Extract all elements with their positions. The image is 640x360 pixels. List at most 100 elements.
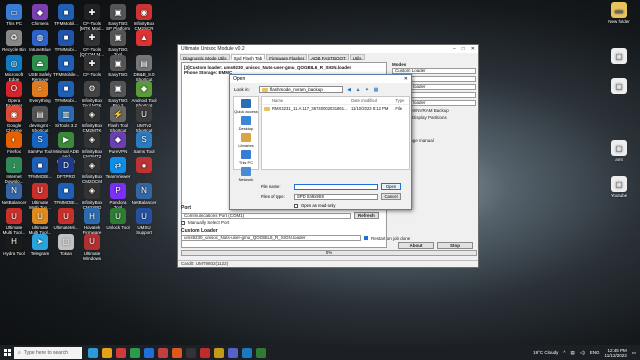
desktop-icon[interactable]: ✚ CF-Tools [QCOM M... <box>79 29 105 57</box>
chevron-up-icon[interactable]: ^ <box>563 350 565 355</box>
desktop-icon[interactable]: S SamFw Tool <box>27 131 53 154</box>
taskbar-app-icon[interactable] <box>172 347 182 358</box>
desktop-icon[interactable]: ⚡ Flash Tool Shortcut <box>105 106 131 133</box>
view-menu-icon[interactable]: ▦ <box>373 87 379 93</box>
custom-loader-path[interactable]: ums9230_unisoc_Nuts-user-gmu_QOGBIL6_R_S… <box>181 235 361 241</box>
desktop-icon[interactable]: ◉ Google Chrome <box>1 106 27 133</box>
open-button[interactable]: Open <box>381 183 401 190</box>
refresh-button[interactable]: Refresh <box>354 212 379 219</box>
clock[interactable]: 12:45 PM 11/12/2023 <box>605 348 627 358</box>
start-button[interactable] <box>0 345 14 360</box>
taskbar-app-icon[interactable] <box>214 347 224 358</box>
taskbar-app-icon[interactable] <box>256 347 266 358</box>
desktop-icon[interactable]: ➤ Telegram <box>27 233 53 256</box>
desktop-icon[interactable]: ✚ CF-Tools <box>79 55 105 77</box>
filename-input[interactable] <box>294 183 378 190</box>
back-icon[interactable]: ◀ <box>346 87 352 93</box>
lookin-select[interactable]: flashmode_nvram_backup <box>259 86 343 93</box>
tab-adb-fastboot[interactable]: ADB FASTBOOT <box>308 54 349 61</box>
desktop-icon[interactable]: ◈ InfinityBox CM2MTK <box>79 106 105 133</box>
desktop-icon[interactable]: ▥ SiTools 3.2 <box>53 106 79 128</box>
manual-port-checkbox[interactable] <box>181 220 185 225</box>
desktop-icon[interactable]: D DFTPRO <box>53 157 79 179</box>
desktop-icon[interactable]: ◐ Firefox <box>1 131 27 154</box>
up-folder-icon[interactable]: ▲ <box>355 87 361 93</box>
place-item[interactable]: Libraries <box>234 133 258 148</box>
desktop-icon[interactable]: U Ultimate Multi Tool... <box>1 208 27 235</box>
place-item[interactable]: This PC <box>234 150 258 165</box>
notification-icon[interactable]: ▭ <box>632 350 636 356</box>
taskbar-app-icon[interactable] <box>144 347 154 358</box>
cancel-button[interactable]: Cancel <box>381 193 401 200</box>
language-indicator[interactable]: ENG <box>590 350 600 355</box>
desktop-icon[interactable]: U UltimateMi... <box>53 208 79 230</box>
filetype-select[interactable]: SPD Sn9x9S9 <box>294 193 378 200</box>
taskbar-app-icon[interactable] <box>186 347 196 358</box>
column-name[interactable]: Name <box>264 98 351 103</box>
desktop-icon[interactable]: U Ultimate Multi Too... <box>27 182 53 210</box>
tab-diagnostic[interactable]: Diagnostic Mode Utils <box>180 54 230 61</box>
desktop-icon[interactable]: N NetBalancer <box>1 182 27 205</box>
tab-spd-flash[interactable]: Spd Flash Tab <box>230 54 266 61</box>
stop-button[interactable]: Stop <box>437 242 473 249</box>
desktop-icon[interactable]: ■ TFMMOBI... <box>27 157 53 179</box>
desktop-icon[interactable]: ▤ devmgmt - Shortcut <box>27 106 53 133</box>
desktop-icon[interactable]: ◆ Android Tool Shortcut <box>131 80 157 108</box>
desktop-icon[interactable]: ◎ Microsoft Edge <box>1 55 27 82</box>
desktop-icon[interactable]: S Sams Tool <box>131 131 157 154</box>
desktop-icon[interactable]: N NetBalancer <box>131 182 157 205</box>
desktop-icon[interactable]: ⇄ TeamViewer <box>105 157 131 179</box>
taskbar-app-icon[interactable] <box>116 347 126 358</box>
desktop-icon[interactable]: ♻ Recycle Bin <box>1 29 27 52</box>
desktop-icon[interactable]: ■ TFMMobi... <box>53 29 79 52</box>
desktop-icon[interactable]: ↓ Internet Downlo... <box>1 157 27 184</box>
desktop-icon[interactable]: U Unlock Tool <box>105 208 131 230</box>
taskbar-app-icon[interactable] <box>158 347 168 358</box>
place-item[interactable]: Quick access <box>234 99 258 114</box>
desktop-icon[interactable]: ▢ Tokan <box>53 233 79 256</box>
desktop-icon[interactable]: ■ TFMMobile... <box>53 55 79 77</box>
volume-icon[interactable]: ◁) <box>580 350 585 356</box>
desktop-icon[interactable]: ▢ <box>606 78 632 95</box>
desktop-icon[interactable]: ▣ EasyTBG SP Platform <box>105 4 131 31</box>
desktop-icon[interactable]: U Ultimate Multi Tool... <box>27 208 53 235</box>
place-item[interactable]: Desktop <box>234 116 258 131</box>
maximize-icon[interactable]: □ <box>462 46 465 52</box>
tab-firmware-flasher[interactable]: Firmware Flasher <box>266 54 308 61</box>
taskbar-app-icon[interactable] <box>242 347 252 358</box>
desktop-icon[interactable]: ◍ IntuneBlue <box>27 29 53 52</box>
display-partitions-option[interactable]: Display Partitions <box>406 115 476 120</box>
taskbar-app-icon[interactable] <box>228 347 238 358</box>
desktop-icon[interactable]: ◈ InfinityBox CM2MT2 <box>79 131 105 159</box>
desktop-icon[interactable]: ▭ This PC <box>1 4 27 26</box>
readonly-checkbox[interactable] <box>294 203 298 208</box>
desktop-icon[interactable]: U UMTv2 Shortcut <box>131 106 157 133</box>
desktop-icon[interactable]: ◈ InfinityBox CM2SPD <box>79 182 105 210</box>
column-type[interactable]: Type <box>395 98 407 103</box>
desktop-icon[interactable]: ● <box>131 157 157 174</box>
network-icon[interactable]: ▤ <box>571 350 575 356</box>
desktop-icon[interactable]: ▬ New folder <box>606 2 632 24</box>
desktop-icon[interactable]: ▤ DB&B_8.0 Shortcut <box>131 55 157 82</box>
desktop-icon[interactable]: ◈ InfinityBox CM2QCM <box>79 157 105 184</box>
taskbar-app-icon[interactable] <box>102 347 112 358</box>
desktop-icon[interactable]: ⌕ Everything <box>27 80 53 103</box>
close-icon[interactable]: ✕ <box>471 46 475 52</box>
desktop-icon[interactable]: ⚙ InfinityBox Tool MTK <box>79 80 105 108</box>
desktop-icon[interactable]: ▢ amt <box>606 140 632 162</box>
new-folder-icon[interactable]: ✦ <box>364 87 370 93</box>
close-icon[interactable]: ✕ <box>404 76 408 82</box>
desktop-icon[interactable]: P Pandora Tool <box>105 182 131 210</box>
desktop-icon[interactable]: ▣ EasyTBG <box>105 55 131 77</box>
minimize-icon[interactable]: – <box>453 46 456 52</box>
desktop-icon[interactable]: U Ultimate Windows <box>79 233 105 261</box>
weather-text[interactable]: 19°C Cloudy <box>533 350 558 355</box>
desktop-icon[interactable]: ▣ EasyTBG Pro 2 <box>105 80 131 108</box>
taskbar-app-icon[interactable] <box>200 347 210 358</box>
file-row[interactable]: RMX3231_11.A.117_36740002031861... 11/10… <box>262 105 409 112</box>
desktop-icon[interactable]: ◆ Chimera <box>27 4 53 26</box>
column-date[interactable]: Date modified <box>351 98 395 103</box>
tab-utils[interactable]: Utils <box>349 54 365 61</box>
desktop-icon[interactable]: ■ TFMMobi... <box>53 80 79 103</box>
about-button[interactable]: About <box>398 242 434 249</box>
